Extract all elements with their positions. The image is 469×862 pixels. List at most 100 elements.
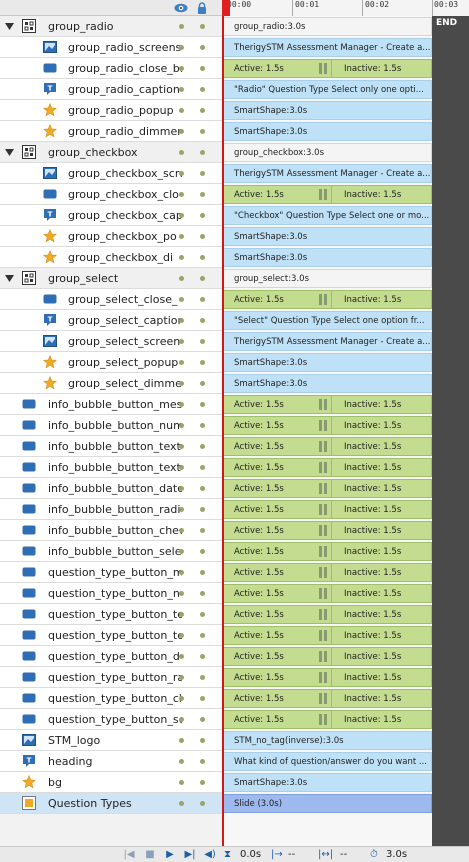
pause-marker-icon[interactable]: [319, 504, 327, 515]
layer-row[interactable]: info_bubble_button_mes: [0, 394, 222, 415]
lock-toggle[interactable]: [200, 486, 205, 491]
layer-row[interactable]: group_radio_screens: [0, 37, 222, 58]
layer-row[interactable]: question_type_button_tex: [0, 625, 222, 646]
lock-toggle[interactable]: [200, 402, 205, 407]
lock-toggle[interactable]: [200, 444, 205, 449]
timeline-bar[interactable]: Active: 1.5s Inactive: 1.5s: [223, 605, 432, 624]
timeline-bar[interactable]: group_radio:3.0s: [223, 17, 432, 36]
lock-toggle[interactable]: [200, 234, 205, 239]
timeline-bar[interactable]: Active: 1.5s Inactive: 1.5s: [223, 416, 432, 435]
layer-row[interactable]: STM_logo: [0, 730, 222, 751]
lock-toggle[interactable]: [200, 465, 205, 470]
layer-row[interactable]: question_type_button_che: [0, 688, 222, 709]
visibility-toggle[interactable]: [179, 801, 184, 806]
visibility-toggle[interactable]: [179, 759, 184, 764]
layer-row[interactable]: Tgroup_radio_caption: [0, 79, 222, 100]
visibility-toggle[interactable]: [179, 381, 184, 386]
timeline-bar[interactable]: SmartShape:3.0s: [223, 227, 432, 246]
timeline-bar[interactable]: Active: 1.5s Inactive: 1.5s: [223, 500, 432, 519]
lock-toggle[interactable]: [200, 318, 205, 323]
lock-toggle[interactable]: [200, 549, 205, 554]
lock-toggle[interactable]: [200, 717, 205, 722]
pause-marker-icon[interactable]: [319, 714, 327, 725]
timeline-bar[interactable]: group_select:3.0s: [223, 269, 432, 288]
timeline-bar[interactable]: Active: 1.5s Inactive: 1.5s: [223, 563, 432, 582]
lock-toggle[interactable]: [200, 108, 205, 113]
expand-triangle-icon[interactable]: [5, 273, 14, 282]
rewind-icon[interactable]: |◀: [123, 850, 135, 860]
timeline-bar[interactable]: Active: 1.5s Inactive: 1.5s: [223, 689, 432, 708]
timeline-bar[interactable]: group_checkbox:3.0s: [223, 143, 432, 162]
pause-marker-icon[interactable]: [319, 609, 327, 620]
layer-row[interactable]: group_checkbox_scre: [0, 163, 222, 184]
visibility-toggle[interactable]: [179, 213, 184, 218]
visibility-toggle[interactable]: [179, 507, 184, 512]
pause-marker-icon[interactable]: [319, 294, 327, 305]
pause-marker-icon[interactable]: [319, 483, 327, 494]
pause-marker-icon[interactable]: [319, 525, 327, 536]
visibility-toggle[interactable]: [179, 528, 184, 533]
layer-row[interactable]: info_bubble_button_texta: [0, 436, 222, 457]
pause-marker-icon[interactable]: [319, 441, 327, 452]
timeline-bar[interactable]: "Radio" Question Type Select only one op…: [223, 80, 432, 99]
lock-toggle[interactable]: [200, 654, 205, 659]
layer-row[interactable]: info_bubble_button_radio: [0, 499, 222, 520]
timeline-bar[interactable]: Active: 1.5s Inactive: 1.5s: [223, 542, 432, 561]
visibility-toggle[interactable]: [179, 192, 184, 197]
visibility-toggle[interactable]: [179, 129, 184, 134]
pause-marker-icon[interactable]: [319, 399, 327, 410]
pause-marker-icon[interactable]: [319, 63, 327, 74]
layer-row[interactable]: group_select_dimmer: [0, 373, 222, 394]
timeline-bar[interactable]: Active: 1.5s Inactive: 1.5s: [223, 647, 432, 666]
layer-row[interactable]: info_bubble_button_num: [0, 415, 222, 436]
pause-marker-icon[interactable]: [319, 672, 327, 683]
lock-toggle[interactable]: [200, 759, 205, 764]
layer-row[interactable]: bg: [0, 772, 222, 793]
timeline-bar[interactable]: STM_no_tag(inverse):3.0s: [223, 731, 432, 750]
timeline-bar[interactable]: SmartShape:3.0s: [223, 101, 432, 120]
lock-toggle[interactable]: [200, 780, 205, 785]
visibility-toggle[interactable]: [179, 486, 184, 491]
lock-toggle[interactable]: [200, 507, 205, 512]
layer-row[interactable]: question_type_button_tex: [0, 604, 222, 625]
pause-marker-icon[interactable]: [319, 693, 327, 704]
layer-row[interactable]: group_select_popup: [0, 352, 222, 373]
layer-row[interactable]: group_radio_dimmer: [0, 121, 222, 142]
layer-row[interactable]: group_checkbox_clo: [0, 184, 222, 205]
timeline-bar[interactable]: Active: 1.5s Inactive: 1.5s: [223, 437, 432, 456]
visibility-toggle[interactable]: [179, 780, 184, 785]
timeline-bar[interactable]: Active: 1.5s Inactive: 1.5s: [223, 521, 432, 540]
visibility-toggle[interactable]: [179, 276, 184, 281]
layer-row[interactable]: group_radio_popup: [0, 100, 222, 121]
lock-toggle[interactable]: [200, 591, 205, 596]
timeline-bar[interactable]: Active: 1.5s Inactive: 1.5s: [223, 668, 432, 687]
visibility-toggle[interactable]: [179, 297, 184, 302]
timeline-bar[interactable]: SmartShape:3.0s: [223, 773, 432, 792]
layer-row[interactable]: group_select: [0, 268, 222, 289]
lock-toggle[interactable]: [200, 276, 205, 281]
layer-row[interactable]: info_bubble_button_select: [0, 541, 222, 562]
lock-toggle[interactable]: [200, 612, 205, 617]
layer-row[interactable]: info_bubble_button_checa: [0, 520, 222, 541]
visibility-toggle[interactable]: [179, 402, 184, 407]
visibility-toggle[interactable]: [179, 612, 184, 617]
timeline-bar[interactable]: Active: 1.5s Inactive: 1.5s: [223, 290, 432, 309]
lock-toggle[interactable]: [200, 255, 205, 260]
layer-row[interactable]: group_checkbox: [0, 142, 222, 163]
timeline-bar[interactable]: SmartShape:3.0s: [223, 248, 432, 267]
layer-row[interactable]: info_bubble_button_date: [0, 478, 222, 499]
pause-marker-icon[interactable]: [319, 651, 327, 662]
timeline-bar[interactable]: TherigySTM Assessment Manager - Create a…: [223, 38, 432, 57]
lock-icon[interactable]: [197, 2, 207, 14]
lock-toggle[interactable]: [200, 633, 205, 638]
pause-marker-icon[interactable]: [319, 546, 327, 557]
timeline-bar[interactable]: What kind of question/answer do you want…: [223, 752, 432, 771]
lock-toggle[interactable]: [200, 570, 205, 575]
visibility-toggle[interactable]: [179, 360, 184, 365]
lock-toggle[interactable]: [200, 24, 205, 29]
visibility-toggle[interactable]: [179, 696, 184, 701]
layer-row[interactable]: Tgroup_checkbox_capt: [0, 205, 222, 226]
timeline-bar[interactable]: Slide (3.0s): [223, 794, 432, 813]
lock-toggle[interactable]: [200, 171, 205, 176]
pause-marker-icon[interactable]: [319, 189, 327, 200]
